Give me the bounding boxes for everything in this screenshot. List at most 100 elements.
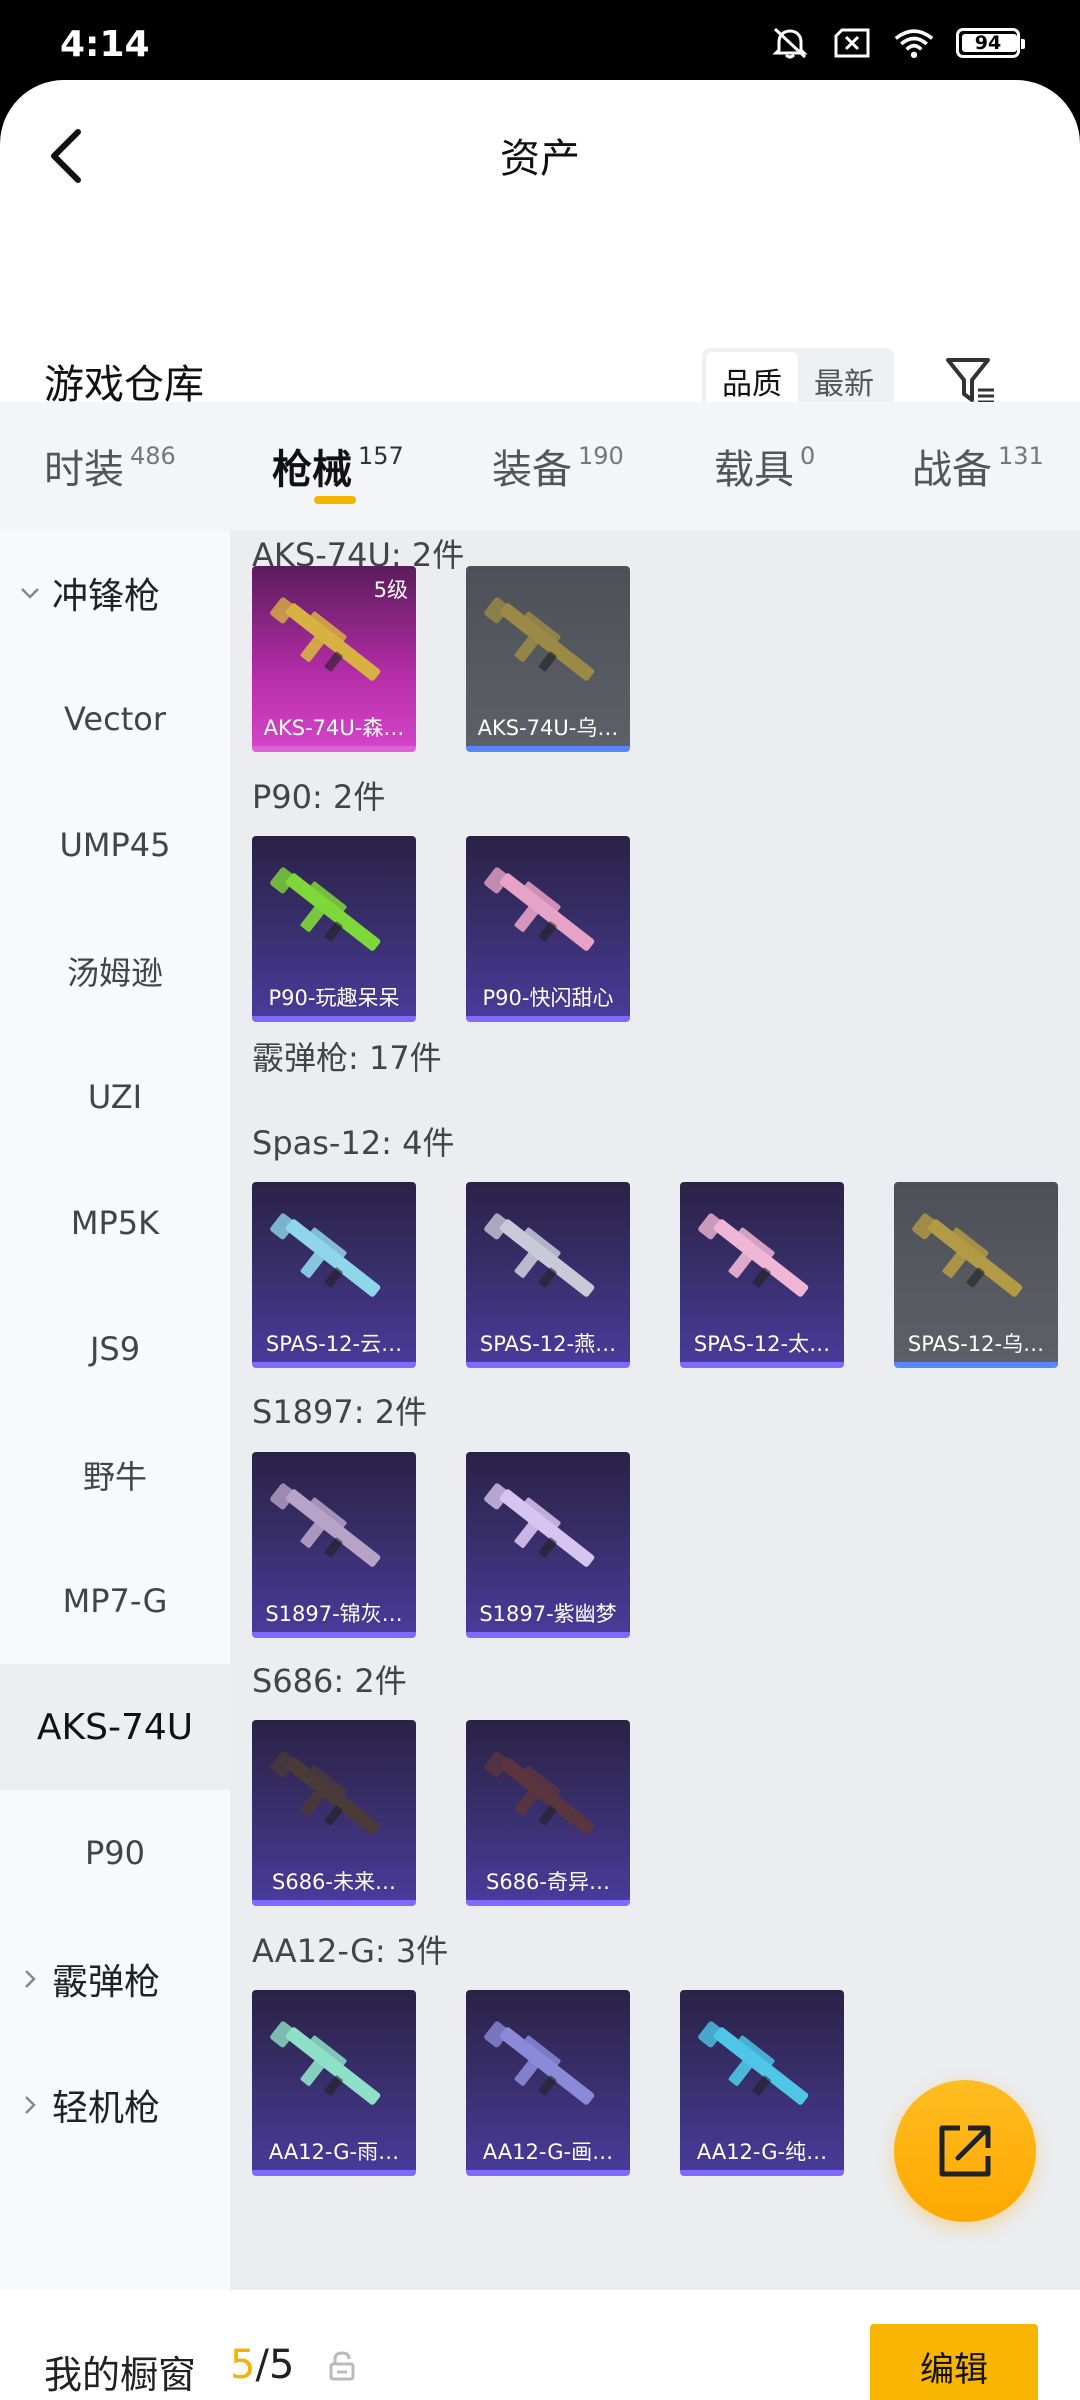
tab-gear[interactable]: 战备 131 (912, 402, 1044, 530)
tab-label: 载具 (714, 447, 794, 493)
skin-card[interactable]: S686-未来… (252, 1720, 416, 1906)
skin-name: S1897-锦灰… (265, 1602, 403, 1626)
header: 资产 (0, 80, 1080, 230)
skin-card[interactable]: AA12-G-雨… (252, 1990, 416, 2176)
skin-name: SPAS-12-云… (265, 1332, 403, 1356)
skin-card[interactable]: 5级 AKS-74U-森… (252, 566, 416, 752)
weapon-skin-image (270, 1751, 381, 1835)
section-title: S686: 2件 (252, 1662, 407, 1700)
sidebar-group-shotgun[interactable]: 霰弹枪 (0, 1916, 230, 2042)
tab-count: 131 (998, 442, 1044, 470)
skin-card[interactable]: AKS-74U-乌… (466, 566, 630, 752)
sidebar-group-smg[interactable]: 冲锋枪 (0, 530, 230, 656)
sidebar-item-aks74u[interactable]: AKS-74U (0, 1664, 230, 1790)
skin-card[interactable]: P90-玩趣呆呆 (252, 836, 416, 1022)
showcase-bar: 我的橱窗 5/5 编辑 (0, 2290, 1080, 2400)
weapon-skin-image (484, 597, 595, 681)
skin-name: SPAS-12-太… (693, 1332, 831, 1356)
filter-icon (946, 358, 994, 404)
tab-label: 枪械 (272, 447, 352, 493)
skin-card[interactable]: AA12-G-画… (466, 1990, 630, 2176)
showcase-count: 5/5 (230, 2342, 294, 2388)
sidebar-item-mp7g[interactable]: MP7-G (0, 1538, 230, 1664)
weapon-skin-image (484, 867, 595, 951)
sidebar-item-label: 冲锋枪 (52, 576, 161, 617)
chevron-right-icon (18, 1967, 42, 1991)
skin-card[interactable]: SPAS-12-乌… (894, 1182, 1058, 1368)
skin-name: AA12-G-纯… (696, 2140, 828, 2164)
skin-name: AA12-G-雨… (268, 2140, 400, 2164)
status-bar: 4:14 94 (0, 0, 1080, 80)
sidebar-item-label: 霰弹枪 (52, 1962, 161, 2003)
skin-name: SPAS-12-乌… (907, 1332, 1045, 1356)
tab-equipment[interactable]: 装备 190 (492, 402, 624, 530)
active-tab-indicator (314, 496, 356, 504)
tab-count: 0 (800, 442, 816, 470)
skin-card[interactable]: AA12-G-纯… (680, 1990, 844, 2176)
weapon-list: AKS-74U: 2件 5级 AKS-74U-森… AKS-74U-乌… P90: 2件… (230, 530, 1080, 2290)
skin-name: P90-快闪甜心 (482, 986, 614, 1010)
showcase-current: 5 (230, 2342, 256, 2388)
weapon-skin-image (484, 2021, 595, 2105)
weapon-skin-image (484, 1483, 595, 1567)
share-fab[interactable] (894, 2080, 1036, 2222)
sidebar-group-lmg[interactable]: 轻机枪 (0, 2042, 230, 2168)
sidebar-item-bizon[interactable]: 野牛 (0, 1412, 230, 1538)
skin-card[interactable]: S1897-锦灰… (252, 1452, 416, 1638)
tab-label: 战备 (912, 447, 992, 493)
tab-label: 装备 (492, 447, 572, 493)
sidebar-item-uzi[interactable]: UZI (0, 1034, 230, 1160)
skin-card[interactable]: SPAS-12-燕… (466, 1182, 630, 1368)
sidebar-item-vector[interactable]: Vector (0, 656, 230, 782)
skin-name: P90-玩趣呆呆 (268, 986, 400, 1010)
tab-weapons[interactable]: 枪械 157 (272, 402, 404, 530)
weapon-skin-image (484, 1213, 595, 1297)
weapon-skin-image (484, 1751, 595, 1835)
weapon-skin-image (270, 867, 381, 951)
showcase-separator: / (255, 2342, 269, 2388)
skin-card[interactable]: SPAS-12-云… (252, 1182, 416, 1368)
tab-fashion[interactable]: 时装 486 (44, 402, 176, 530)
weapon-skin-image (270, 1483, 381, 1567)
showcase-label: 我的橱窗 (44, 2353, 197, 2397)
sidebar-item-p90[interactable]: P90 (0, 1790, 230, 1916)
skin-card[interactable]: SPAS-12-太… (680, 1182, 844, 1368)
section-title: P90: 2件 (252, 778, 386, 816)
category-tabs: 时装 486 枪械 157 装备 190 载具 0 战备 131 (0, 402, 1080, 530)
weapon-skin-image (270, 1213, 381, 1297)
chevron-down-icon (18, 581, 42, 605)
sim-off-icon (832, 26, 872, 60)
assets-page: 资产 游戏仓库 品质 最新 时装 486 枪械 157 装备 190 载具 0 (0, 80, 1080, 2400)
sidebar-item-thompson[interactable]: 汤姆逊 (0, 908, 230, 1034)
section-title: 霰弹枪: 17件 (252, 1039, 442, 1077)
weapon-skin-image (698, 2021, 809, 2105)
tab-count: 190 (578, 442, 624, 470)
weapon-type-sidebar: 冲锋枪 Vector UMP45 汤姆逊 UZI MP5K JS9 野牛 MP7… (0, 530, 230, 2290)
showcase-total: 5 (268, 2342, 295, 2388)
section-title: Spas-12: 4件 (252, 1124, 455, 1162)
section-title: S1897: 2件 (252, 1393, 428, 1431)
page-title: 资产 (500, 136, 580, 182)
status-icons: 94 (770, 26, 1025, 60)
skin-level-badge: 5级 (373, 578, 408, 602)
skin-name: AKS-74U-森… (263, 716, 405, 740)
status-time: 4:14 (60, 24, 150, 65)
tab-label: 时装 (44, 447, 124, 493)
skin-card[interactable]: S686-奇异… (466, 1720, 630, 1906)
skin-name: S686-奇异… (486, 1870, 610, 1894)
skin-name: S686-未来… (272, 1870, 396, 1894)
tab-vehicles[interactable]: 载具 0 (714, 402, 815, 530)
battery-level: 94 (974, 32, 1002, 54)
mute-bell-icon (770, 26, 810, 60)
edit-button[interactable]: 编辑 (870, 2324, 1038, 2400)
skin-card[interactable]: S1897-紫幽梦 (466, 1452, 630, 1638)
sidebar-item-ump45[interactable]: UMP45 (0, 782, 230, 908)
battery-icon: 94 (956, 28, 1025, 58)
sidebar-item-js9[interactable]: JS9 (0, 1286, 230, 1412)
weapon-skin-image (270, 2021, 381, 2105)
weapon-skin-image (698, 1213, 809, 1297)
lock-icon (329, 2351, 355, 2381)
skin-name: S1897-紫幽梦 (479, 1602, 617, 1626)
sidebar-item-mp5k[interactable]: MP5K (0, 1160, 230, 1286)
skin-card[interactable]: P90-快闪甜心 (466, 836, 630, 1022)
